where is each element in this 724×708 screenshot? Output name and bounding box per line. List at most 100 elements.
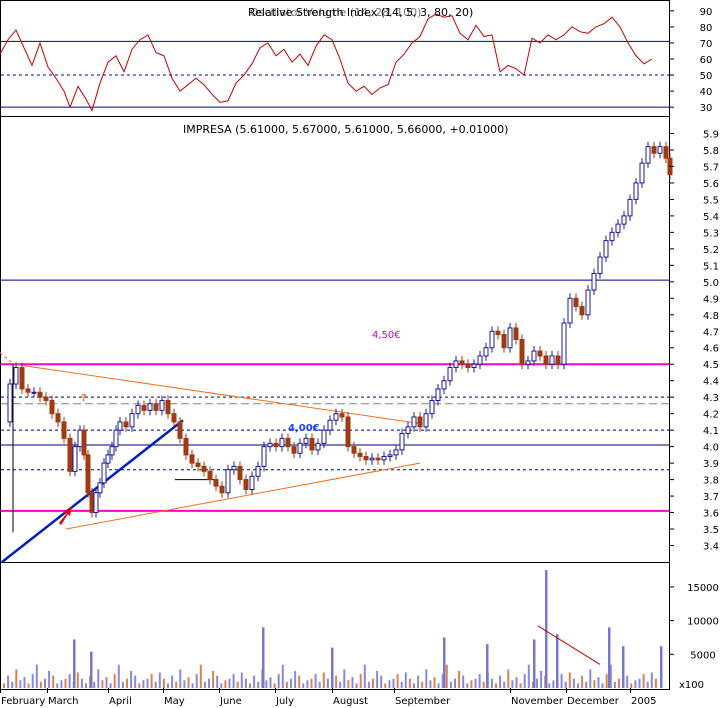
candle-body: [273, 442, 279, 448]
volume-bar: [650, 672, 653, 688]
volume-bar: [113, 674, 116, 688]
candle-body: [55, 413, 61, 423]
volume-bar: [105, 677, 108, 688]
candle-body: [117, 421, 123, 431]
candle-body: [465, 363, 471, 369]
candle-body: [141, 404, 147, 411]
candle-body: [573, 297, 579, 308]
volume-spike: [486, 644, 489, 688]
volume-bar: [564, 681, 567, 688]
volume-bar: [458, 670, 461, 688]
price-tick-label: 5.4: [703, 212, 719, 223]
price-tick-label: 5.1: [703, 261, 719, 272]
volume-bar: [257, 681, 260, 688]
price-tick-label: 4.6: [703, 344, 719, 355]
x-tick-label: June: [219, 696, 242, 707]
volume-bar: [15, 669, 18, 688]
candle-body: [561, 322, 567, 365]
volume-bar: [339, 681, 342, 688]
price-tick-label: 4.9: [703, 294, 719, 305]
volume-bar: [503, 681, 506, 688]
candle-body: [621, 215, 627, 225]
volume-spike: [443, 637, 446, 688]
rsi-tick-label: 70: [700, 39, 713, 50]
volume-tick-label: 5000: [690, 650, 715, 661]
volume-bar: [277, 674, 280, 688]
candle-body: [85, 454, 91, 494]
volume-bar: [552, 680, 555, 688]
candle-body: [219, 485, 225, 494]
x-tick-label: July: [275, 696, 294, 707]
candle-body: [663, 146, 669, 159]
volume-bar: [318, 681, 321, 688]
volume-bar: [445, 664, 448, 688]
candle-body: [651, 146, 657, 154]
price-tick-label: 4.4: [703, 377, 719, 388]
volume-bar: [302, 683, 305, 688]
candle-body: [483, 347, 489, 357]
volume-bar: [322, 672, 325, 688]
volume-bar: [605, 674, 608, 688]
candle-body: [123, 421, 129, 428]
candle-body: [351, 446, 357, 454]
candle-body: [189, 454, 195, 464]
candle-body: [531, 350, 537, 362]
candle-body: [177, 421, 183, 439]
candle-body: [345, 416, 351, 448]
candle-body: [43, 396, 49, 401]
volume-bar: [97, 669, 100, 688]
candle-body: [147, 403, 153, 411]
candle-body: [435, 388, 441, 401]
volume-bar: [646, 681, 649, 688]
volume-bar: [421, 681, 424, 688]
candle-body: [243, 479, 249, 490]
volume-bar: [27, 683, 30, 688]
level-label-450: 4,50€: [372, 330, 401, 341]
volume-bar: [195, 674, 198, 688]
volume-spike: [660, 646, 663, 688]
candle-body: [579, 306, 585, 316]
volume-bar: [126, 678, 128, 688]
volume-bar: [359, 674, 362, 688]
candle-body: [447, 367, 453, 382]
volume-bar: [109, 683, 112, 688]
volume-bar: [101, 680, 104, 688]
volume-bar: [60, 680, 63, 688]
volume-bar: [593, 680, 596, 688]
volume-bar: [273, 683, 276, 688]
volume-bar: [298, 675, 301, 688]
price-tick-label: 3.4: [703, 542, 719, 553]
volume-bar: [203, 681, 206, 688]
candle-body: [321, 429, 327, 444]
volume-bar: [146, 678, 149, 688]
volume-bar: [52, 675, 55, 688]
volume-bar: [585, 681, 588, 688]
volume-bar: [19, 680, 22, 688]
volume-bar: [314, 674, 317, 688]
volume-bar: [220, 683, 223, 688]
volume-bar: [408, 678, 411, 688]
candle-body: [543, 355, 549, 365]
volume-bar: [269, 677, 272, 688]
price-tick-label: 5.2: [703, 245, 719, 256]
x-tick-label: November: [511, 696, 564, 707]
candle-body: [19, 367, 25, 390]
price-tick-label: 3.8: [703, 476, 719, 487]
volume-bar: [536, 678, 538, 688]
candle-body: [333, 413, 339, 421]
candle-body: [297, 442, 303, 454]
candle-body: [627, 198, 633, 217]
volume-bar: [363, 664, 366, 688]
candle-body: [37, 391, 43, 398]
volume-bar: [404, 672, 407, 688]
price-tick-label: 4.0: [703, 443, 719, 454]
volume-bar: [224, 680, 227, 688]
candle-body: [129, 413, 135, 428]
candle-body: [375, 457, 381, 461]
volume-bar: [527, 664, 530, 688]
volume-bar: [240, 672, 243, 688]
price-tick-label: 3.7: [703, 492, 719, 503]
candle-body: [429, 399, 435, 415]
candle-body: [369, 457, 375, 461]
price-tick-label: 3.5: [703, 525, 719, 536]
